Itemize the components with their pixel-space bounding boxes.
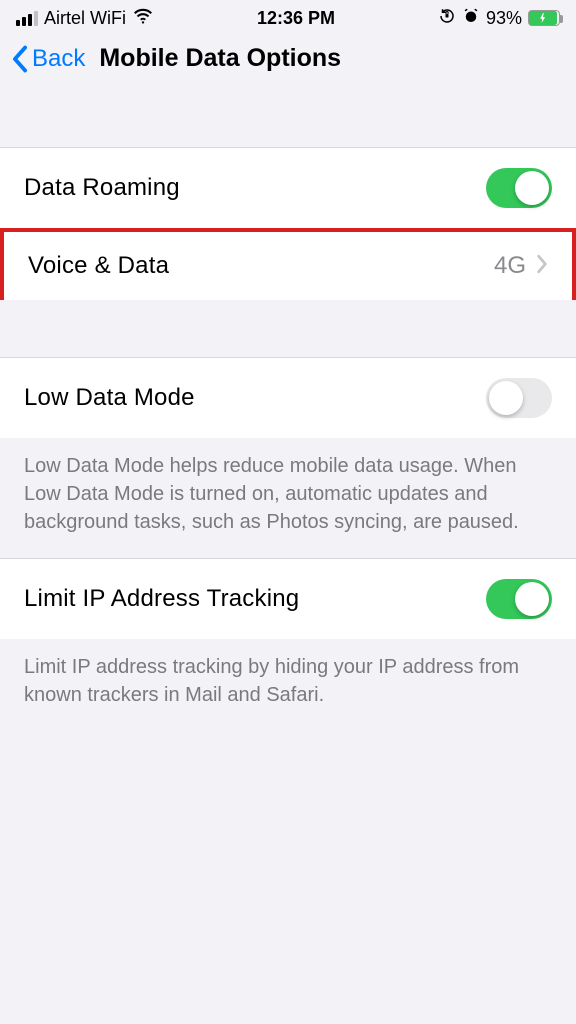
alarm-icon [462,7,480,30]
data-roaming-toggle[interactable] [486,168,552,208]
chevron-left-icon [10,45,30,73]
back-button[interactable]: Back [10,45,85,73]
carrier-label: Airtel WiFi [44,8,126,29]
low-data-mode-label: Low Data Mode [24,384,195,412]
voice-data-row[interactable]: Voice & Data 4G [0,228,576,300]
nav-bar: Back Mobile Data Options [0,32,576,91]
cellular-signal-icon [16,11,38,26]
data-roaming-label: Data Roaming [24,174,180,202]
battery-percent: 93% [486,8,522,29]
voice-data-label: Voice & Data [28,252,169,280]
voice-data-value: 4G [494,252,526,280]
low-data-mode-row[interactable]: Low Data Mode [0,358,576,438]
battery-icon [528,10,560,26]
orientation-lock-icon [438,7,456,30]
chevron-right-icon [536,254,548,279]
settings-group-2: Low Data Mode [0,357,576,438]
settings-group-1: Data Roaming Voice & Data 4G [0,147,576,300]
page-title: Mobile Data Options [99,44,341,73]
limit-ip-tracking-footer: Limit IP address tracking by hiding your… [0,639,576,731]
wifi-icon [132,5,154,32]
limit-ip-tracking-row[interactable]: Limit IP Address Tracking [0,559,576,639]
low-data-mode-toggle[interactable] [486,378,552,418]
settings-group-3: Limit IP Address Tracking [0,558,576,639]
status-left: Airtel WiFi [16,5,154,32]
status-time: 12:36 PM [257,8,335,29]
status-right: 93% [438,7,560,30]
limit-ip-tracking-label: Limit IP Address Tracking [24,585,299,613]
low-data-mode-footer: Low Data Mode helps reduce mobile data u… [0,438,576,558]
data-roaming-row[interactable]: Data Roaming [0,148,576,229]
back-label: Back [32,45,85,73]
limit-ip-tracking-toggle[interactable] [486,579,552,619]
status-bar: Airtel WiFi 12:36 PM 93% [0,0,576,32]
